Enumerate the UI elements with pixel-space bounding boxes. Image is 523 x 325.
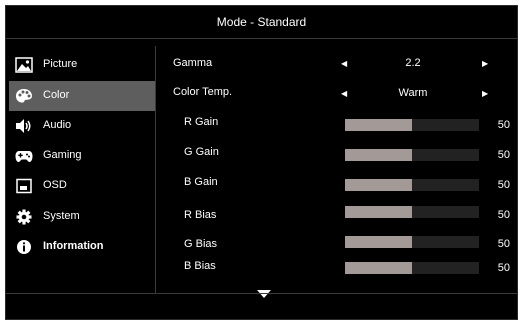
g-bias-slider[interactable] (345, 236, 479, 248)
sidebar-item-label: Audio (43, 119, 72, 131)
r-bias-slider[interactable] (345, 206, 479, 218)
b-bias-label: B Bias (184, 260, 216, 272)
speaker-icon (15, 118, 33, 134)
gamma-right-arrow[interactable]: ▶ (482, 59, 488, 68)
g-gain-value: 50 (497, 149, 510, 161)
mode-title: Mode - Standard (216, 15, 307, 29)
gamma-label: Gamma (173, 57, 213, 69)
b-gain-label: B Gain (184, 176, 218, 188)
sidebar: Picture Color Audio Gaming OSD System In… (9, 46, 156, 293)
sidebar-item-color[interactable]: Color (9, 81, 155, 111)
footer-divider (6, 293, 517, 294)
gamepad-icon (15, 148, 33, 164)
color-temp-label: Color Temp. (173, 86, 233, 98)
osd-header: Mode - Standard (6, 6, 517, 39)
b-bias-slider[interactable] (345, 262, 479, 274)
gamma-left-arrow[interactable]: ◀ (341, 59, 347, 68)
b-gain-slider[interactable] (345, 179, 479, 191)
gear-icon (15, 209, 33, 225)
color-temp-left-arrow[interactable]: ◀ (341, 89, 347, 98)
slider-fill (345, 179, 412, 191)
osd-window-icon (15, 178, 33, 194)
g-gain-slider[interactable] (345, 149, 479, 161)
r-gain-value: 50 (497, 119, 510, 131)
g-bias-label: G Bias (184, 238, 218, 250)
r-bias-value: 50 (497, 209, 510, 221)
sidebar-item-picture[interactable]: Picture (9, 50, 155, 80)
r-gain-slider[interactable] (345, 119, 479, 131)
r-gain-label: R Gain (184, 116, 219, 128)
picture-icon (15, 57, 33, 73)
osd-menu: Mode - Standard Picture Color Audio Gami… (5, 5, 518, 320)
sidebar-item-audio[interactable]: Audio (9, 111, 155, 141)
b-gain-value: 50 (497, 179, 510, 191)
sidebar-item-label: Gaming (43, 149, 82, 161)
g-bias-value: 50 (497, 238, 510, 250)
sidebar-item-label: Picture (43, 58, 78, 70)
slider-fill (345, 262, 412, 274)
slider-fill (345, 236, 412, 248)
color-temp-right-arrow[interactable]: ▶ (482, 89, 488, 98)
chevron-down-icon[interactable] (257, 285, 271, 303)
sidebar-item-label: Color (43, 89, 70, 101)
sidebar-item-information[interactable]: Information (9, 232, 155, 262)
sidebar-item-osd[interactable]: OSD (9, 171, 155, 201)
palette-icon (15, 88, 33, 104)
slider-fill (345, 119, 412, 131)
g-gain-label: G Gain (184, 146, 219, 158)
slider-fill (345, 149, 412, 161)
color-temp-value[interactable]: Warm (373, 87, 453, 99)
sidebar-item-gaming[interactable]: Gaming (9, 141, 155, 171)
r-bias-label: R Bias (184, 209, 217, 221)
info-icon (15, 239, 33, 255)
sidebar-item-label: System (43, 210, 80, 222)
slider-fill (345, 206, 412, 218)
sidebar-item-label: OSD (43, 179, 67, 191)
gamma-value[interactable]: 2.2 (373, 57, 453, 69)
sidebar-item-label: Information (43, 240, 104, 252)
b-bias-value: 50 (497, 262, 510, 274)
sidebar-item-system[interactable]: System (9, 202, 155, 232)
